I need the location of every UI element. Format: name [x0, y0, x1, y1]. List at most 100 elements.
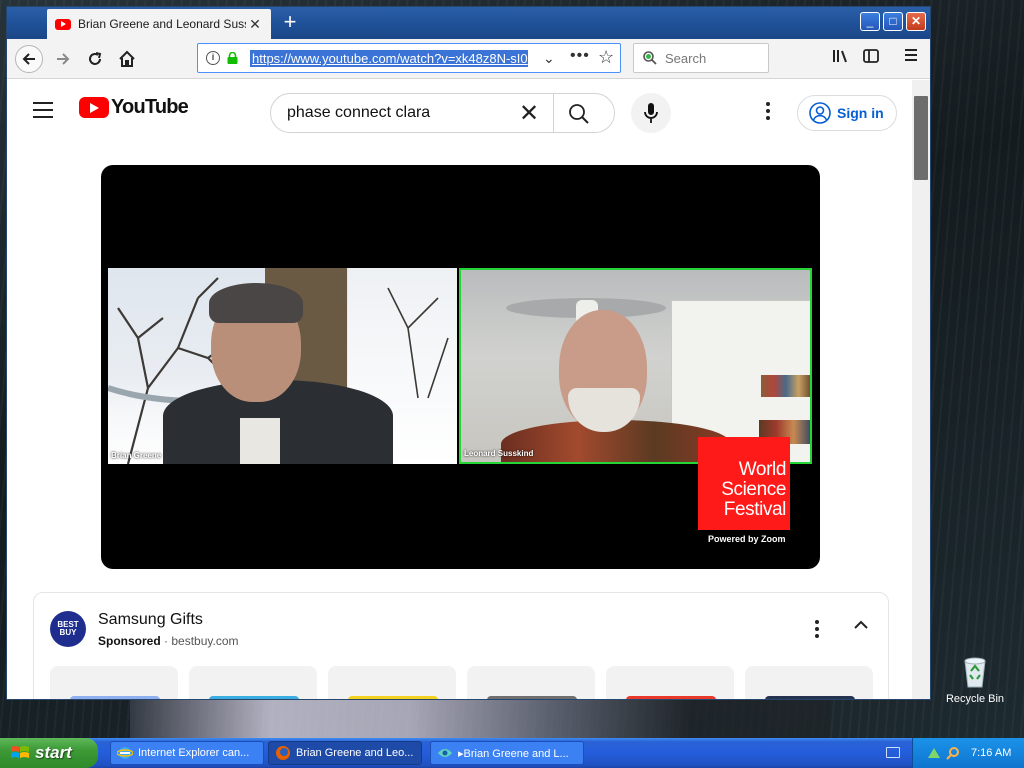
youtube-favicon-icon — [55, 18, 71, 30]
ad-product-tile[interactable] — [606, 666, 734, 699]
powered-by-zoom: Powered by Zoom — [708, 534, 786, 544]
url-text[interactable]: https://www.youtube.com/watch?v=xk48z8N-… — [250, 50, 528, 67]
ad-domain: bestbuy.com — [171, 634, 239, 648]
ad-product-image — [487, 696, 577, 699]
ad-title[interactable]: Samsung Gifts — [98, 611, 203, 629]
media-player-icon — [438, 749, 452, 757]
library-icon[interactable] — [829, 47, 851, 69]
participant-label-leonard-susskind: Leonard Susskind — [464, 449, 534, 458]
browser-window: Brian Greene and Leonard Susskind ✕ + _ … — [6, 6, 931, 700]
bookmark-star-icon[interactable]: ☆ — [598, 47, 614, 68]
site-info-icon[interactable]: i — [206, 51, 220, 65]
taskbar-item-ie[interactable]: Internet Explorer can... — [110, 741, 264, 765]
start-button[interactable]: start — [0, 738, 98, 768]
windows-flag-icon — [11, 746, 29, 758]
recycle-bin[interactable]: Recycle Bin — [940, 655, 1010, 705]
browser-titlebar: Brian Greene and Leonard Susskind ✕ + _ … — [7, 7, 930, 39]
recycle-bin-label: Recycle Bin — [945, 693, 1005, 705]
close-window-button[interactable]: ✕ — [906, 12, 926, 31]
ad-product-tile[interactable] — [745, 666, 873, 699]
recycle-bin-icon — [964, 657, 986, 688]
sponsored-ad-card[interactable]: BEST BUY Samsung Gifts Sponsored · bestb… — [33, 592, 889, 699]
brian-greene-shirt — [240, 418, 280, 464]
clock[interactable]: 7:16 AM — [971, 747, 1011, 759]
voice-search-button[interactable] — [631, 93, 671, 133]
account-icon — [809, 102, 831, 124]
sign-in-button[interactable]: Sign in — [797, 95, 897, 131]
search-icon — [643, 51, 657, 65]
firefox-icon — [276, 746, 290, 760]
home-icon — [119, 50, 135, 67]
wsf-line-1: World — [738, 459, 787, 480]
search-submit-icon[interactable] — [568, 103, 590, 125]
minimize-button[interactable]: _ — [860, 12, 880, 31]
reload-icon — [89, 52, 102, 65]
wsf-line-2: Science — [721, 479, 786, 500]
youtube-page: YouTube phase connect clara ✕ Sign in Br… — [7, 80, 930, 699]
browser-search-box[interactable]: Search — [633, 43, 769, 73]
tray-search-icon[interactable] — [946, 746, 960, 760]
back-arrow-icon — [22, 53, 35, 65]
ad-product-image — [626, 696, 716, 699]
advertiser-avatar[interactable]: BEST BUY — [50, 611, 86, 647]
desktop-wallpaper-strip — [130, 700, 830, 738]
video-player[interactable]: Brian Greene Leonard Susskind World Scie… — [101, 165, 820, 569]
start-label: start — [35, 743, 72, 762]
taskbar-item-label: ▸Brian Greene and L... — [458, 747, 569, 760]
ad-more-options-icon[interactable] — [815, 620, 819, 641]
world-science-festival-logo: World Science Festival — [698, 437, 790, 530]
youtube-logo-text: YouTube — [111, 96, 189, 118]
youtube-logo[interactable]: YouTube — [79, 96, 189, 119]
tab-close-icon[interactable]: ✕ — [247, 16, 263, 33]
ad-product-image — [765, 696, 855, 699]
browser-tab[interactable]: Brian Greene and Leonard Susskind ✕ — [47, 9, 271, 39]
ad-product-tile[interactable] — [467, 666, 595, 699]
ad-product-image — [209, 696, 299, 699]
search-divider — [553, 94, 554, 132]
back-button[interactable] — [15, 45, 43, 73]
forward-arrow-icon — [57, 53, 70, 65]
ad-separator: · — [160, 634, 172, 648]
page-scrollbar[interactable] — [912, 80, 930, 699]
new-tab-button[interactable]: + — [277, 10, 303, 36]
search-placeholder: Search — [665, 51, 707, 66]
hamburger-menu-icon[interactable] — [900, 47, 922, 69]
taskbar-item-firefox[interactable]: Brian Greene and Leo... — [268, 741, 422, 765]
search-query-text: phase connect clara — [287, 104, 431, 121]
network-icon[interactable] — [927, 746, 941, 760]
ad-collapse-chevron-up-icon[interactable] — [853, 617, 869, 635]
ad-product-tile[interactable] — [50, 666, 178, 699]
page-actions-icon[interactable]: ••• — [570, 47, 590, 65]
ad-product-tile[interactable] — [189, 666, 317, 699]
shelf-books — [761, 375, 810, 397]
address-bar[interactable]: i https://www.youtube.com/watch?v=xk48z8… — [197, 43, 621, 73]
taskbar: start Internet Explorer can... Brian Gre… — [0, 738, 1024, 768]
taskbar-item-label: Brian Greene and Leo... — [296, 747, 414, 759]
participant-tile-brian-greene: Brian Greene — [108, 268, 457, 464]
keyboard-icon[interactable] — [886, 747, 900, 758]
browser-navbar: i https://www.youtube.com/watch?v=xk48z8… — [7, 39, 930, 79]
internet-explorer-icon — [117, 747, 133, 759]
system-tray: 7:16 AM — [912, 738, 1024, 768]
brian-greene-hair — [209, 283, 303, 323]
lock-icon — [227, 52, 238, 64]
home-button[interactable] — [113, 45, 141, 73]
clear-search-icon[interactable]: ✕ — [519, 99, 539, 128]
taskbar-item-label: Internet Explorer can... — [138, 747, 250, 759]
url-dropdown-icon[interactable]: ⌄ — [543, 50, 555, 67]
reload-button[interactable] — [81, 45, 109, 73]
sidebar-toggle-icon[interactable] — [860, 47, 882, 69]
ad-product-image — [348, 696, 438, 699]
forward-button[interactable] — [49, 45, 77, 73]
scrollbar-thumb[interactable] — [914, 96, 928, 180]
maximize-button[interactable]: □ — [883, 12, 903, 31]
guide-menu-icon[interactable] — [33, 102, 53, 123]
settings-more-icon[interactable] — [765, 102, 771, 123]
sign-in-label: Sign in — [837, 105, 884, 121]
ad-product-tile[interactable] — [328, 666, 456, 699]
taskbar-item-media[interactable]: ▸Brian Greene and L... — [430, 741, 584, 765]
sponsored-label: Sponsored — [98, 634, 161, 648]
youtube-search-input[interactable]: phase connect clara ✕ — [270, 93, 615, 133]
ad-subtitle: Sponsored · bestbuy.com — [98, 634, 239, 648]
wsf-line-3: Festival — [723, 499, 787, 520]
